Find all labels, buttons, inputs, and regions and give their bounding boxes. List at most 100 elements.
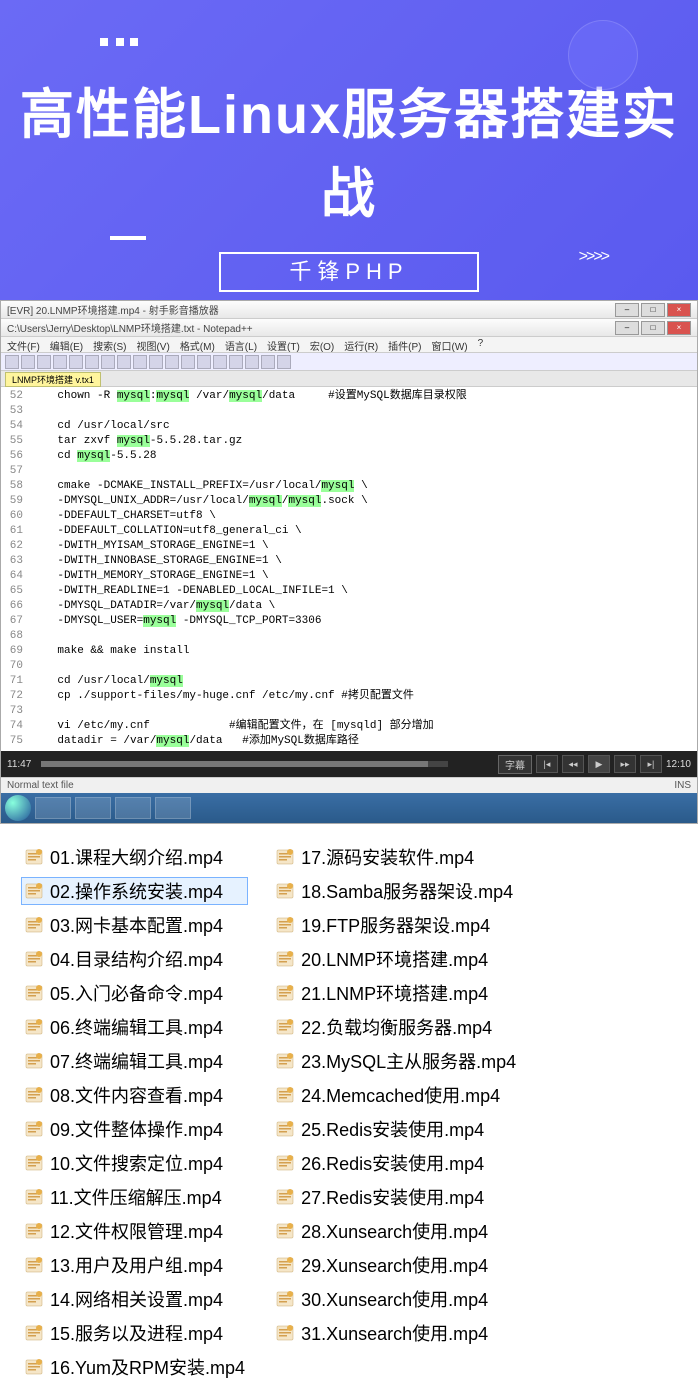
file-item[interactable]: 21.LNMP环境搭建.mp4 (275, 980, 516, 1006)
file-item[interactable]: 25.Redis安装使用.mp4 (275, 1116, 516, 1142)
file-name: 09.文件整体操作.mp4 (50, 1116, 223, 1142)
file-name: 10.文件搜索定位.mp4 (50, 1150, 223, 1176)
code-line: 69 make && make install (1, 644, 697, 659)
file-item[interactable]: 12.文件权限管理.mp4 (24, 1218, 245, 1244)
file-item[interactable]: 28.Xunsearch使用.mp4 (275, 1218, 516, 1244)
video-file-icon (24, 1051, 44, 1071)
editor-close-button[interactable]: × (667, 321, 691, 335)
editor-maximize-button[interactable]: □ (641, 321, 665, 335)
code-editor[interactable]: 52 chown -R mysql:mysql /var/mysql/data … (1, 387, 697, 751)
file-item[interactable]: 27.Redis安装使用.mp4 (275, 1184, 516, 1210)
toolbar-icon[interactable] (245, 355, 259, 369)
file-item[interactable]: 29.Xunsearch使用.mp4 (275, 1252, 516, 1278)
menu-item[interactable]: 语言(L) (225, 338, 257, 351)
menu-item[interactable]: 文件(F) (7, 338, 40, 351)
code-line: 68 (1, 629, 697, 644)
rewind-button[interactable]: ◂◂ (562, 755, 584, 773)
menu-item[interactable]: 设置(T) (267, 338, 300, 351)
close-button[interactable]: × (667, 303, 691, 317)
menu-item[interactable]: 视图(V) (136, 338, 169, 351)
subtitle-button[interactable]: 字幕 (498, 755, 532, 774)
toolbar-icon[interactable] (261, 355, 275, 369)
file-name: 06.终端编辑工具.mp4 (50, 1014, 223, 1040)
toolbar-icon[interactable] (69, 355, 83, 369)
menu-item[interactable]: 宏(O) (310, 338, 334, 351)
minimize-button[interactable]: – (615, 303, 639, 317)
toolbar-icon[interactable] (5, 355, 19, 369)
video-file-icon (275, 1085, 295, 1105)
file-item[interactable]: 04.目录结构介绍.mp4 (24, 946, 245, 972)
file-item[interactable]: 18.Samba服务器架设.mp4 (275, 878, 516, 904)
file-item[interactable]: 30.Xunsearch使用.mp4 (275, 1286, 516, 1312)
menu-item[interactable]: 编辑(E) (50, 338, 83, 351)
menu-item[interactable]: 运行(R) (344, 338, 378, 351)
video-file-icon (275, 1017, 295, 1037)
file-item[interactable]: 23.MySQL主从服务器.mp4 (275, 1048, 516, 1074)
editor-tab[interactable]: LNMP环境搭建 v.tx1 (5, 372, 101, 387)
toolbar-icon[interactable] (85, 355, 99, 369)
toolbar-icon[interactable] (53, 355, 67, 369)
toolbar-icon[interactable] (21, 355, 35, 369)
taskbar-item[interactable] (35, 797, 71, 819)
toolbar-icon[interactable] (165, 355, 179, 369)
file-item[interactable]: 06.终端编辑工具.mp4 (24, 1014, 245, 1040)
file-item[interactable]: 31.Xunsearch使用.mp4 (275, 1320, 516, 1346)
toolbar-icon[interactable] (117, 355, 131, 369)
banner-line-decoration (110, 236, 146, 240)
toolbar-icon[interactable] (133, 355, 147, 369)
forward-button[interactable]: ▸▸ (614, 755, 636, 773)
code-line: 54 cd /usr/local/src (1, 419, 697, 434)
video-file-icon (24, 1357, 44, 1377)
toolbar-icon[interactable] (181, 355, 195, 369)
menu-item[interactable]: 搜索(S) (93, 338, 126, 351)
file-item[interactable]: 16.Yum及RPM安装.mp4 (24, 1354, 245, 1380)
editor-titlebar[interactable]: C:\Users\Jerry\Desktop\LNMP环境搭建.txt - No… (1, 319, 697, 337)
play-button[interactable]: ▶ (588, 755, 610, 773)
file-item[interactable]: 07.终端编辑工具.mp4 (24, 1048, 245, 1074)
toolbar-icon[interactable] (229, 355, 243, 369)
file-name: 03.网卡基本配置.mp4 (50, 912, 223, 938)
prev-button[interactable]: |◂ (536, 755, 558, 773)
menu-item[interactable]: 格式(M) (180, 338, 215, 351)
file-item[interactable]: 03.网卡基本配置.mp4 (24, 912, 245, 938)
taskbar-item[interactable] (115, 797, 151, 819)
toolbar-icon[interactable] (213, 355, 227, 369)
taskbar-item[interactable] (75, 797, 111, 819)
file-item[interactable]: 14.网络相关设置.mp4 (24, 1286, 245, 1312)
file-item[interactable]: 11.文件压缩解压.mp4 (24, 1184, 245, 1210)
file-item[interactable]: 13.用户及用户组.mp4 (24, 1252, 245, 1278)
file-item[interactable]: 22.负载均衡服务器.mp4 (275, 1014, 516, 1040)
player-titlebar[interactable]: [EVR] 20.LNMP环境搭建.mp4 - 射手影音播放器 – □ × (1, 301, 697, 319)
seek-bar[interactable] (41, 761, 448, 767)
file-item[interactable]: 01.课程大纲介绍.mp4 (24, 844, 245, 870)
file-item[interactable]: 19.FTP服务器架设.mp4 (275, 912, 516, 938)
file-item[interactable]: 17.源码安装软件.mp4 (275, 844, 516, 870)
start-button[interactable] (5, 795, 31, 821)
file-item[interactable]: 08.文件内容查看.mp4 (24, 1082, 245, 1108)
toolbar-icon[interactable] (149, 355, 163, 369)
file-item[interactable]: 20.LNMP环境搭建.mp4 (275, 946, 516, 972)
toolbar-icon[interactable] (197, 355, 211, 369)
video-controls: 11:47 字幕 |◂ ◂◂ ▶ ▸▸ ▸| 12:10 (1, 751, 697, 777)
file-item[interactable]: 09.文件整体操作.mp4 (24, 1116, 245, 1142)
menu-item[interactable]: ? (478, 338, 484, 351)
next-button[interactable]: ▸| (640, 755, 662, 773)
file-item[interactable]: 15.服务以及进程.mp4 (24, 1320, 245, 1346)
file-item[interactable]: 05.入门必备命令.mp4 (24, 980, 245, 1006)
editor-minimize-button[interactable]: – (615, 321, 639, 335)
video-file-icon (24, 1017, 44, 1037)
file-item[interactable]: 26.Redis安装使用.mp4 (275, 1150, 516, 1176)
toolbar-icon[interactable] (277, 355, 291, 369)
file-item[interactable]: 02.操作系统安装.mp4 (21, 877, 248, 905)
maximize-button[interactable]: □ (641, 303, 665, 317)
toolbar-icon[interactable] (37, 355, 51, 369)
file-item[interactable]: 10.文件搜索定位.mp4 (24, 1150, 245, 1176)
toolbar-icon[interactable] (101, 355, 115, 369)
taskbar-item[interactable] (155, 797, 191, 819)
menu-item[interactable]: 插件(P) (388, 338, 421, 351)
file-name: 07.终端编辑工具.mp4 (50, 1048, 223, 1074)
video-file-icon (275, 949, 295, 969)
editor-tabs: LNMP环境搭建 v.tx1 (1, 371, 697, 387)
menu-item[interactable]: 窗口(W) (432, 338, 468, 351)
file-item[interactable]: 24.Memcached使用.mp4 (275, 1082, 516, 1108)
